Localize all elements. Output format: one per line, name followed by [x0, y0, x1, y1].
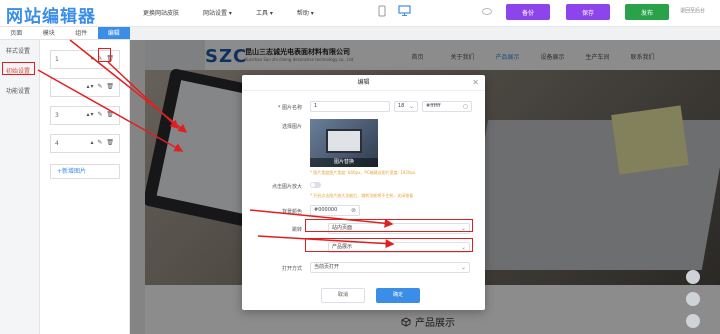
sidebar-item-style[interactable]: 样式设置 [0, 44, 39, 60]
device-switcher [378, 5, 411, 17]
floating-tools [686, 270, 704, 334]
tab-components[interactable]: 组件 [65, 27, 98, 39]
open-mode-label: 打开方式 [281, 266, 302, 272]
top-icon[interactable] [686, 314, 700, 328]
topnav-skin[interactable]: 更换网站皮肤 [143, 8, 179, 17]
slide-actions[interactable]: ▴▾ ✎ 🗑 [87, 83, 115, 90]
chevron-down-icon: ⌄ [408, 103, 414, 110]
bg-color-label: 背景颜色 [281, 209, 302, 215]
desktop-icon[interactable] [398, 5, 411, 17]
slide-item[interactable]: 4 ▴ ✎ 🗑 [50, 134, 120, 153]
slide-item[interactable]: ▴▾ ✎ 🗑 [50, 78, 120, 97]
text-color-input[interactable]: #ffffff ○ [422, 101, 472, 112]
tab-edit[interactable]: 编辑 [97, 27, 130, 39]
tab-pages[interactable]: 页面 [0, 27, 33, 39]
image-name-input[interactable]: 1 [310, 101, 390, 112]
image-thumbnail[interactable]: 图片替换 [310, 119, 378, 167]
enlarge-note: * 开启点击图片放大功能后，跳转功能将不生效，关闭恢复 [310, 193, 414, 198]
highlight-jump-select [305, 219, 473, 232]
slide-list: 1 ▾ ✎ 🗑 ▴▾ ✎ 🗑 3 ▴▾ ✎ 🗑 4 ▴ ✎ 🗑 +新增图片 [40, 40, 130, 334]
slide-actions[interactable]: ▴▾ ✎ 🗑 [87, 111, 115, 118]
image-name-label: * 图片名称 [277, 105, 302, 111]
topnav-help[interactable]: 帮助 ▾ [297, 8, 314, 17]
image-size-note: * 图片宽度图片宽度: 640px，PC端建议图片宽度: 1920px [310, 170, 416, 175]
jump-label: 跳转 [291, 227, 302, 233]
edit-modal: 编辑 ✕ * 图片名称 1 18 ⌄ #ffffff ○ 选择图片 图片替换 * 图… [242, 75, 485, 310]
select-image-label: 选择图片 [281, 124, 302, 130]
highlight-page-select [305, 238, 473, 252]
settings-sidebar: 样式设置 初始设置 功能设置 [0, 40, 40, 334]
enlarge-toggle[interactable] [310, 182, 321, 188]
slide-number: 4 [55, 140, 59, 147]
enlarge-label: 点击图片放大 [271, 184, 302, 190]
cancel-button[interactable]: 取消 [321, 288, 365, 303]
save-button[interactable]: 保存 [566, 4, 610, 20]
color-picker-icon[interactable]: ⊗ [351, 206, 356, 215]
confirm-button[interactable]: 确定 [376, 288, 420, 303]
bg-color-value: #000000 [314, 207, 338, 213]
text-color-value: #ffffff [426, 103, 441, 109]
close-icon[interactable]: ✕ [472, 78, 479, 87]
slide-number: 1 [55, 56, 59, 63]
bg-color-input[interactable]: #000000 ⊗ [310, 205, 360, 216]
exit-link[interactable]: 退回至后台 [680, 7, 705, 14]
chevron-down-icon: ⌄ [460, 264, 466, 271]
slide-actions[interactable]: ▴ ✎ 🗑 [91, 139, 115, 146]
publish-button[interactable]: 发布 [625, 4, 669, 20]
slide-item[interactable]: 3 ▴▾ ✎ 🗑 [50, 106, 120, 125]
top-bar: 网站编辑器 更换网站皮肤 网站设置 ▾ 工具 ▾ 帮助 ▾ 备份 保存 发布 退… [0, 0, 720, 27]
topnav-site-settings[interactable]: 网站设置 ▾ [203, 8, 232, 17]
open-mode-value: 当前页打开 [314, 264, 340, 270]
replace-image-button[interactable]: 图片替换 [310, 158, 378, 167]
phone-icon[interactable] [686, 292, 700, 306]
editor-tabs: 页面 模块 组件 编辑 [0, 27, 130, 40]
modal-title: 编辑 [242, 75, 485, 91]
open-mode-select[interactable]: 当前页打开 ⌄ [310, 262, 470, 273]
highlight-edit-icon [98, 48, 111, 62]
app-logo: 网站编辑器 [6, 7, 96, 27]
add-slide-button[interactable]: +新增图片 [50, 164, 120, 179]
preview-icon[interactable] [482, 8, 492, 15]
font-size-value: 18 [398, 103, 405, 109]
highlight-initial-settings [2, 62, 35, 75]
font-size-select[interactable]: 18 ⌄ [394, 101, 418, 112]
color-picker-icon[interactable]: ○ [463, 102, 468, 111]
backup-button[interactable]: 备份 [506, 4, 550, 20]
top-nav: 更换网站皮肤 网站设置 ▾ 工具 ▾ 帮助 ▾ [143, 8, 338, 17]
chat-icon[interactable] [686, 270, 700, 284]
slide-number: 3 [55, 112, 59, 119]
sidebar-item-function[interactable]: 功能设置 [0, 84, 39, 100]
tab-modules[interactable]: 模块 [33, 27, 66, 39]
topnav-tools[interactable]: 工具 ▾ [256, 8, 273, 17]
mobile-icon[interactable] [378, 5, 386, 17]
